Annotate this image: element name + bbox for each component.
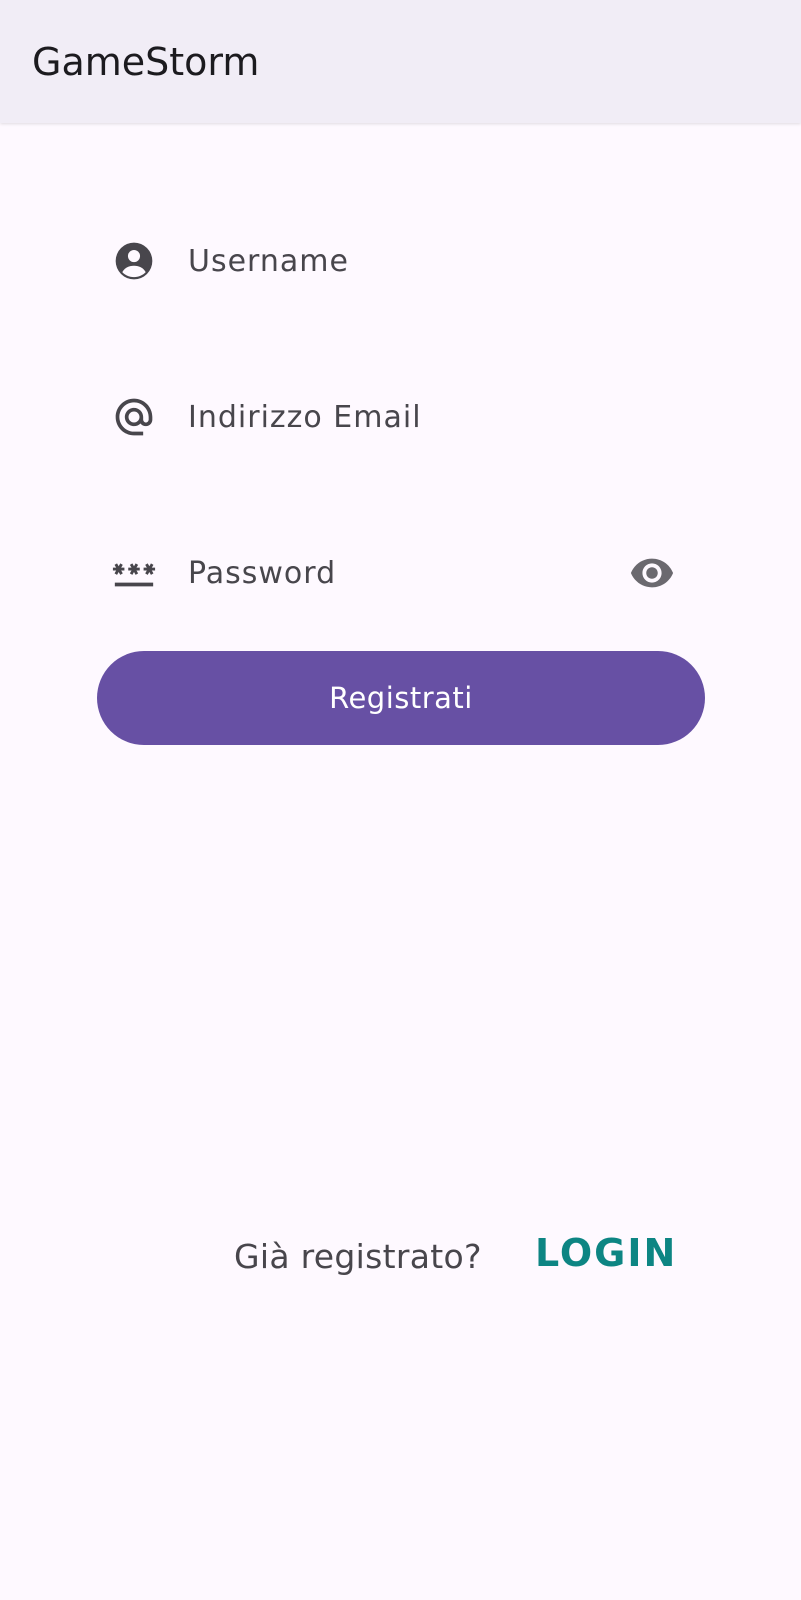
register-button[interactable]: Registrati: [97, 651, 705, 745]
at-sign-icon: [110, 393, 158, 441]
email-field: [110, 382, 690, 452]
already-registered-text: Già registrato?: [234, 1237, 482, 1276]
app-title: GameStorm: [32, 39, 260, 84]
login-row: Già registrato? LOGIN: [0, 1225, 801, 1285]
password-input[interactable]: [188, 548, 622, 598]
account-circle-icon: [110, 237, 158, 285]
username-field: [110, 226, 690, 296]
username-input[interactable]: [188, 236, 690, 286]
eye-icon[interactable]: [622, 543, 682, 603]
password-icon: [110, 549, 158, 597]
login-link[interactable]: LOGIN: [535, 1231, 677, 1275]
password-field: [110, 538, 690, 608]
app-bar: GameStorm: [0, 0, 801, 123]
register-screen: GameStorm Username Indirizzo Email Regis…: [0, 0, 801, 1600]
email-input[interactable]: [188, 392, 690, 442]
